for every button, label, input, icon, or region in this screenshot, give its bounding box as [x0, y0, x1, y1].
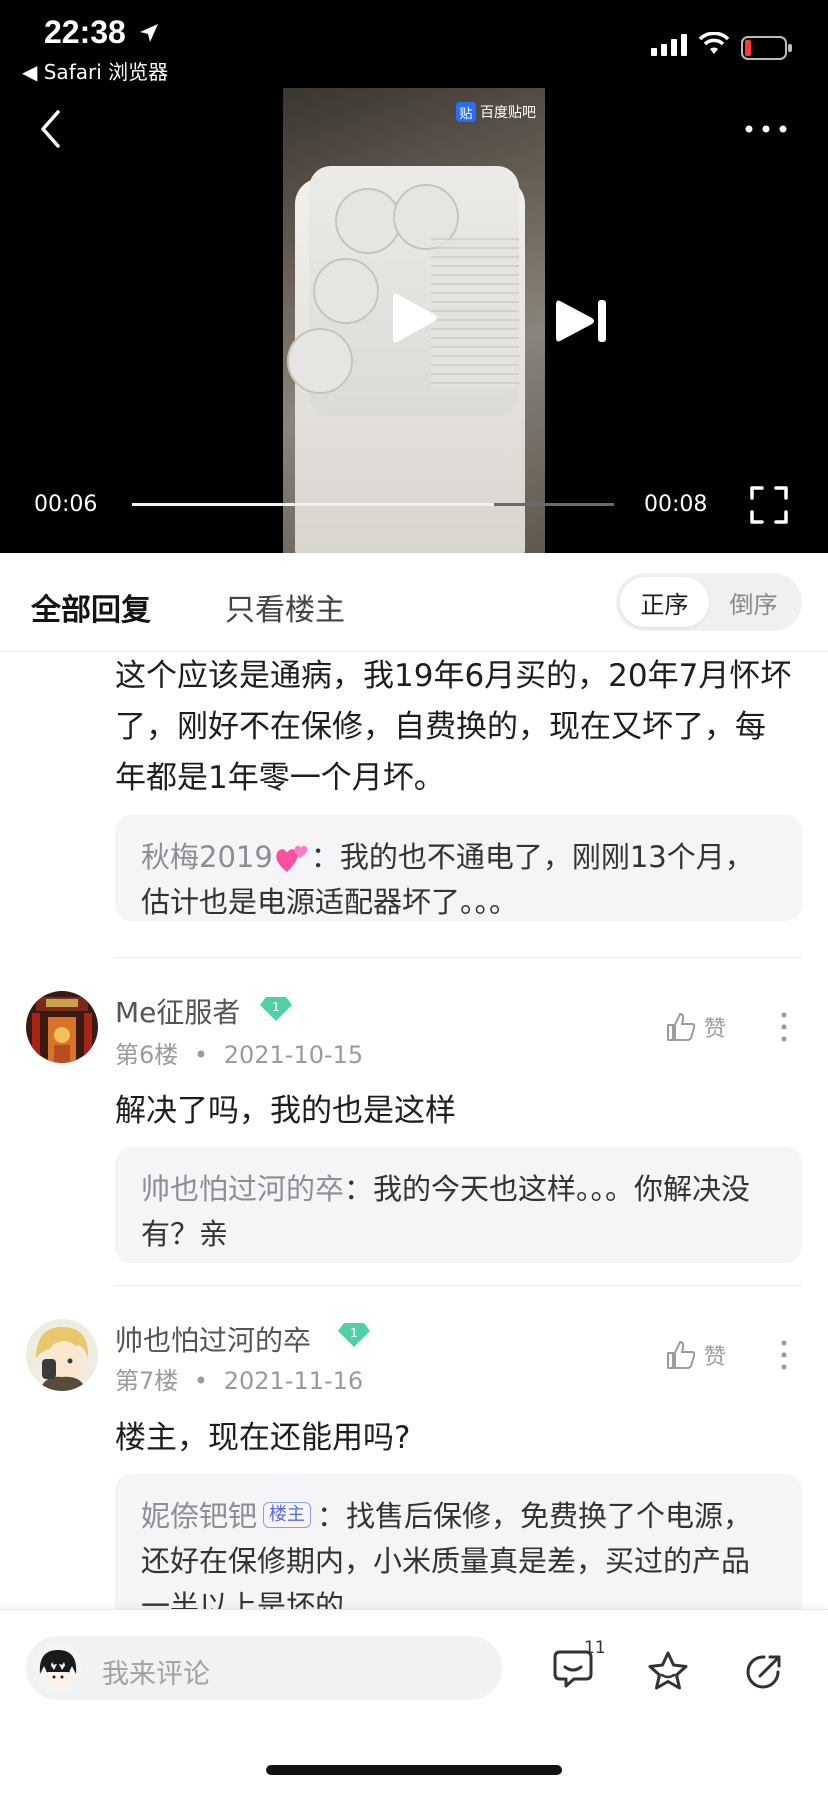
two-hearts-emoji-icon: [276, 845, 308, 872]
fullscreen-icon[interactable]: [750, 486, 788, 524]
video-thumbnail-panel: [431, 238, 519, 388]
video-thumbnail-knob: [287, 328, 353, 394]
cellular-signal-icon: [651, 34, 687, 56]
sort-ascending-button[interactable]: 正序: [620, 577, 709, 627]
back-to-safari[interactable]: ◀ Safari 浏览器: [22, 56, 168, 85]
status-time: 22:38: [44, 14, 126, 50]
post-meta: 第7楼 • 2021-11-16: [115, 1361, 363, 1396]
tieba-logo-icon: 贴: [456, 102, 476, 122]
next-video-icon[interactable]: [556, 299, 608, 343]
tab-all-replies[interactable]: 全部回复: [31, 585, 151, 629]
post-more-icon[interactable]: [780, 1011, 788, 1043]
avatar[interactable]: [26, 991, 98, 1063]
post-text: 楼主，现在还能用吗?: [115, 1420, 411, 1456]
comment-placeholder: 我来评论: [102, 1659, 210, 1690]
username[interactable]: 帅也怕过河的卒: [115, 1319, 311, 1359]
home-indicator[interactable]: [266, 1765, 562, 1775]
reply-list[interactable]: 这个应该是通病，我19年6月买的，20年7月怀坏了，刚好不在保修，自费换的，现在…: [0, 651, 828, 1609]
like-label: 赞: [704, 1017, 727, 1042]
level-badge-icon: 1: [338, 1323, 370, 1347]
divider: [115, 957, 802, 958]
divider: [115, 1285, 802, 1286]
post-meta: 第6楼 • 2021-10-15: [115, 1035, 363, 1070]
level-number: 1: [272, 1000, 280, 1014]
back-arrow-icon[interactable]: [40, 110, 60, 148]
reply-count: 11: [584, 1638, 606, 1658]
username[interactable]: Me征服者: [115, 991, 240, 1031]
sub-reply[interactable]: 帅也怕过河的卒：我的今天也这样。。。你解决没有？亲: [115, 1147, 802, 1263]
video-player[interactable]: 22:38 ◀ Safari 浏览器 贴 百度贴吧 00:06 00:08: [0, 0, 828, 553]
play-icon[interactable]: [391, 290, 439, 346]
post-date: 2021-11-16: [223, 1367, 364, 1395]
tieba-watermark-text: 百度贴吧: [480, 105, 536, 121]
level-badge-icon: 1: [260, 997, 292, 1021]
like-button[interactable]: 赞: [666, 1011, 726, 1043]
reply-tabs: 全部回复 只看楼主 正序 倒序: [0, 553, 828, 652]
tab-op-only[interactable]: 只看楼主: [225, 585, 345, 629]
floor-number: 第6楼: [115, 1041, 179, 1069]
total-time: 00:08: [644, 492, 708, 517]
more-options-icon[interactable]: [744, 124, 788, 134]
post-date: 2021-10-15: [223, 1041, 364, 1069]
sort-toggle: 正序 倒序: [616, 573, 802, 631]
battery-low-icon: [741, 36, 792, 60]
sub-reply[interactable]: 妮倷钯钯 楼主 ：找售后保修，免费换了个电源，还好在保修期内，小米质量真是差，买过的…: [115, 1474, 802, 1609]
comment-input[interactable]: 我来评论: [26, 1636, 502, 1700]
sort-descending-button[interactable]: 倒序: [709, 577, 798, 627]
op-badge: 楼主: [263, 1502, 312, 1528]
floor-number: 第7楼: [115, 1367, 179, 1395]
level-number: 1: [350, 1326, 358, 1340]
avatar-image: [26, 1319, 98, 1391]
like-button[interactable]: 赞: [666, 1339, 726, 1371]
video-thumbnail-knob: [313, 258, 379, 324]
thumbs-up-icon: [667, 1341, 696, 1369]
share-icon[interactable]: [744, 1652, 784, 1692]
sub-reply-author[interactable]: 帅也怕过河的卒: [141, 1172, 344, 1206]
video-thumbnail-knob: [335, 188, 401, 254]
post-more-icon[interactable]: [780, 1339, 788, 1371]
post-text: 这个应该是通病，我19年6月买的，20年7月怀坏了，刚好不在保修，自费换的，现在…: [115, 658, 792, 796]
tieba-watermark: 贴 百度贴吧: [456, 101, 536, 123]
my-avatar-image: [34, 1644, 82, 1692]
current-time: 00:06: [34, 492, 98, 517]
my-avatar: [34, 1644, 82, 1692]
sub-reply[interactable]: 秋梅2019 ：我的也不通电了，刚刚13个月，估计也是电源适配器坏了。。。: [115, 815, 802, 921]
meta-separator: •: [193, 1041, 209, 1069]
avatar[interactable]: [26, 1319, 98, 1391]
favorite-star-icon[interactable]: [646, 1650, 690, 1692]
video-progress-bar[interactable]: [132, 503, 614, 506]
sub-reply-author[interactable]: 秋梅2019: [141, 840, 273, 874]
sub-reply-author[interactable]: 妮倷钯钯: [141, 1499, 257, 1533]
location-arrow-icon: [140, 24, 158, 42]
meta-separator: •: [193, 1367, 209, 1395]
video-progress-fill: [132, 503, 494, 506]
wifi-icon: [699, 32, 729, 54]
avatar-image: [26, 991, 98, 1063]
like-label: 赞: [704, 1345, 727, 1370]
thumbs-up-icon: [667, 1013, 696, 1041]
post-text: 解决了吗，我的也是这样: [115, 1093, 456, 1129]
